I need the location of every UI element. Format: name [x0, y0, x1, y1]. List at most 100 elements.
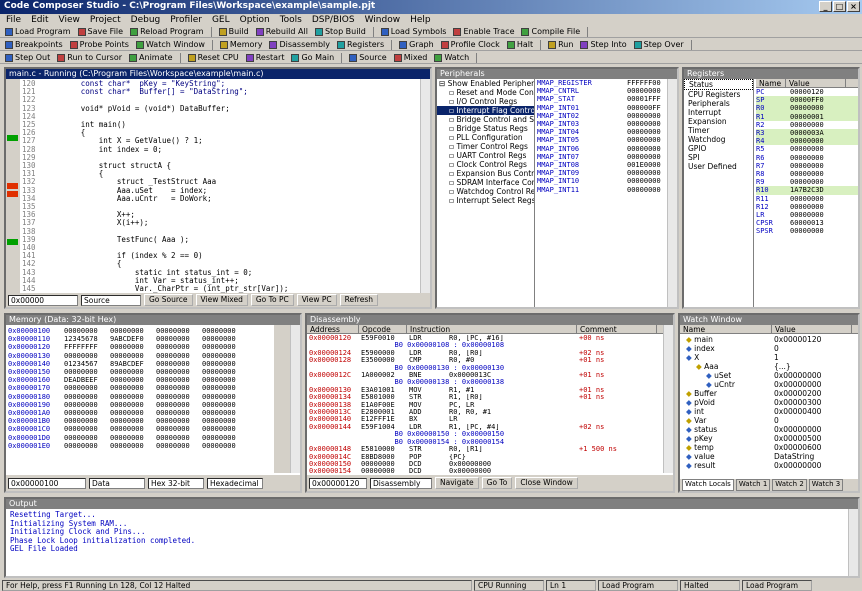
- register-group-item[interactable]: GPIO: [684, 144, 753, 153]
- toolbar-button-breakpoints[interactable]: Breakpoints: [3, 40, 65, 49]
- register-row[interactable]: R6 00000000: [756, 154, 858, 162]
- disassembly-row[interactable]: 0x00000120 E59F0010 LDR R0, [PC, #16] +00 ns: [309, 335, 663, 342]
- register-row[interactable]: LR 00000000: [756, 211, 858, 219]
- peripheral-tree-item[interactable]: ▫ Expansion Bus Control: [437, 169, 534, 178]
- memory-format-select[interactable]: Hex 32-bit: [148, 477, 204, 489]
- memory-row[interactable]: 0x00000150 00000000 00000000 00000000 000000…: [8, 368, 274, 376]
- disassembly-row[interactable]: B0 0x00000130 : 0x00000130: [309, 365, 663, 372]
- address-field[interactable]: 0x00000: [8, 294, 78, 306]
- peripheral-tree-item[interactable]: ▫ I/O Control Regs: [437, 97, 534, 106]
- register-group-item[interactable]: CPU Registers: [684, 90, 753, 99]
- editor-go-source-button[interactable]: Go Source: [144, 294, 193, 306]
- register-row[interactable]: R3 0000003A: [756, 129, 858, 138]
- peripheral-register-row[interactable]: MMAP_INT03 00000000: [537, 120, 667, 128]
- disasm-navigate-button[interactable]: Navigate: [435, 477, 479, 489]
- watch-row[interactable]: ◆ X1: [682, 353, 856, 362]
- memory-format-select[interactable]: Data: [89, 477, 145, 489]
- toolbar-button-step-into[interactable]: Step Into: [578, 40, 628, 49]
- watch-row[interactable]: ◆ int 0x00000400: [682, 407, 856, 416]
- editor-code[interactable]: 120 const char* pKey = "KeyString"; 121 c…: [22, 80, 420, 293]
- memory-row[interactable]: 0x00000180 00000000 00000000 00000000 000000…: [8, 393, 274, 401]
- peripheral-tree-item[interactable]: ▫ Watchdog Control Regs: [437, 187, 534, 196]
- memory-row[interactable]: 0x00000100 00000000 00000000 00000000 000000…: [8, 327, 274, 335]
- memory-row[interactable]: 0x00000130 00000000 00000000 00000000 000000…: [8, 352, 274, 360]
- toolbar-button-run-to-cursor[interactable]: Run to Cursor: [55, 53, 124, 62]
- memory-row[interactable]: 0x000001D0 00000000 00000000 00000000 000000…: [8, 434, 274, 442]
- toolbar-button-save-file[interactable]: Save File: [76, 27, 126, 36]
- peripheral-register-row[interactable]: MMAP_INT09 00000000: [537, 169, 667, 177]
- breakpoint-marker[interactable]: [7, 183, 18, 189]
- view-select[interactable]: Source: [81, 294, 141, 306]
- register-row[interactable]: R0 00000000: [756, 104, 858, 113]
- watch-row[interactable]: ◆ result 0x00000000: [682, 461, 856, 470]
- disasm-address-field[interactable]: 0x00000120: [309, 477, 367, 489]
- col-value[interactable]: Value: [786, 79, 846, 88]
- watch-row[interactable]: ◆ pVoid 0x00000300: [682, 398, 856, 407]
- peripheral-tree-item[interactable]: ▫ Interrupt Select Regs: [437, 196, 534, 205]
- toolbar-button-rebuild-all[interactable]: Rebuild All: [254, 27, 310, 36]
- register-row[interactable]: R1 00000001: [756, 112, 858, 121]
- peripheral-register-row[interactable]: MMAP_INT04 00000000: [537, 128, 667, 136]
- menu-item-help[interactable]: Help: [410, 15, 431, 25]
- menu-item-window[interactable]: Window: [365, 15, 401, 25]
- peripherals-scrollbar[interactable]: [667, 79, 677, 307]
- peripheral-tree-item[interactable]: ▫ SDRAM Interface Control: [437, 178, 534, 187]
- editor-view-mixed-button[interactable]: View Mixed: [195, 294, 248, 306]
- peripheral-register-row[interactable]: MMAP_INT10 00000000: [537, 177, 667, 185]
- disassembly-row[interactable]: 0x00000144 E59F1004 LDR R1, [PC, #4] +02 ns: [309, 424, 663, 431]
- register-row[interactable]: CPSR 60000013: [756, 219, 858, 227]
- disassembly-row[interactable]: 0x00000124 E5900000 LDR R0, [R0] +02 ns: [309, 350, 663, 357]
- col-instruction[interactable]: Instruction: [407, 325, 577, 334]
- register-row[interactable]: R5 00000000: [756, 145, 858, 153]
- memory-row[interactable]: 0x000001C0 00000000 00000000 00000000 000000…: [8, 425, 274, 433]
- watch-row[interactable]: ◆ uSet 0x00000000: [682, 371, 856, 380]
- toolbar-button-build[interactable]: Build: [217, 27, 251, 36]
- toolbar-button-registers[interactable]: Registers: [335, 40, 386, 49]
- disassembly-row[interactable]: B0 0x00000154 : 0x00000154: [309, 439, 663, 446]
- col-name[interactable]: Name: [756, 79, 786, 88]
- toolbar-button-go-main[interactable]: Go Main: [289, 53, 336, 62]
- peripheral-register-row[interactable]: MMAP_INT01 000000FF: [537, 104, 667, 112]
- peripheral-register-row[interactable]: MMAP_INT08 001E0000: [537, 161, 667, 169]
- watch-row[interactable]: ◆ main 0x00000120: [682, 335, 856, 344]
- menu-item-view[interactable]: View: [59, 15, 80, 25]
- col-watch-value[interactable]: Value: [772, 325, 852, 334]
- watch-row[interactable]: ◆ Buffer 0x00000200: [682, 389, 856, 398]
- toolbar-button-disassembly[interactable]: Disassembly: [267, 40, 332, 49]
- toolbar-button-run[interactable]: Run: [546, 40, 575, 49]
- watch-row[interactable]: ◆ temp 0x00000600: [682, 443, 856, 452]
- memory-row[interactable]: 0x00000140 01234567 89ABCDEF 00000000 000000…: [8, 360, 274, 368]
- register-row[interactable]: R9 00000000: [756, 178, 858, 186]
- register-row[interactable]: R4 00000000: [756, 137, 858, 146]
- disassembly-row[interactable]: 0x00000128 E3500000 CMP R0, #0 +01 ns: [309, 357, 663, 364]
- watch-row[interactable]: ◆ pKey 0x00000500: [682, 434, 856, 443]
- toolbar-button-restart[interactable]: Restart: [244, 53, 287, 62]
- maximize-button[interactable]: □: [833, 1, 846, 12]
- menu-item-tools[interactable]: Tools: [280, 15, 302, 25]
- memory-row[interactable]: 0x00000190 00000000 00000000 00000000 000000…: [8, 401, 274, 409]
- memory-row[interactable]: 0x00000170 00000000 00000000 00000000 000000…: [8, 384, 274, 392]
- disassembly-row[interactable]: 0x00000138 E1A0F00E MOV PC, LR: [309, 402, 663, 409]
- register-group-item[interactable]: Peripherals: [684, 99, 753, 108]
- register-group-item[interactable]: Expansion: [684, 117, 753, 126]
- toolbar-button-step-out[interactable]: Step Out: [3, 53, 52, 62]
- register-row[interactable]: R8 00000000: [756, 170, 858, 178]
- disassembly-scrollbar[interactable]: [663, 325, 673, 473]
- watch-tab[interactable]: Watch Locals: [682, 479, 734, 491]
- minimize-button[interactable]: _: [819, 1, 832, 12]
- peripheral-register-row[interactable]: MMAP_REGISTER FFFFFF00: [537, 79, 667, 87]
- memory-scrollbar[interactable]: [290, 325, 300, 473]
- register-row[interactable]: R10 1A7B2C3D: [756, 186, 858, 195]
- memory-row[interactable]: 0x00000110 12345678 9ABCDEF0 00000000 000000…: [8, 335, 274, 343]
- menu-item-debug[interactable]: Debug: [131, 15, 161, 25]
- memory-format-select[interactable]: Hexadecimal: [207, 477, 263, 489]
- peripheral-register-row[interactable]: MMAP_INT07 00000000: [537, 153, 667, 161]
- watch-content[interactable]: ◆ main 0x00000120 ◆ index 0 ◆ X 1 ◆ Aaa {...} ◆ …: [682, 335, 856, 477]
- register-group-item[interactable]: Timer: [684, 126, 753, 135]
- peripheral-register-row[interactable]: MMAP_INT11 00000000: [537, 186, 667, 194]
- watch-row[interactable]: ◆ index 0: [682, 344, 856, 353]
- editor-refresh-button[interactable]: Refresh: [339, 294, 378, 306]
- disassembly-row[interactable]: 0x00000140 E12FFF1E BX LR: [309, 416, 663, 423]
- output-scrollbar[interactable]: [848, 509, 858, 576]
- watch-row[interactable]: ◆ Aaa {...}: [682, 362, 856, 371]
